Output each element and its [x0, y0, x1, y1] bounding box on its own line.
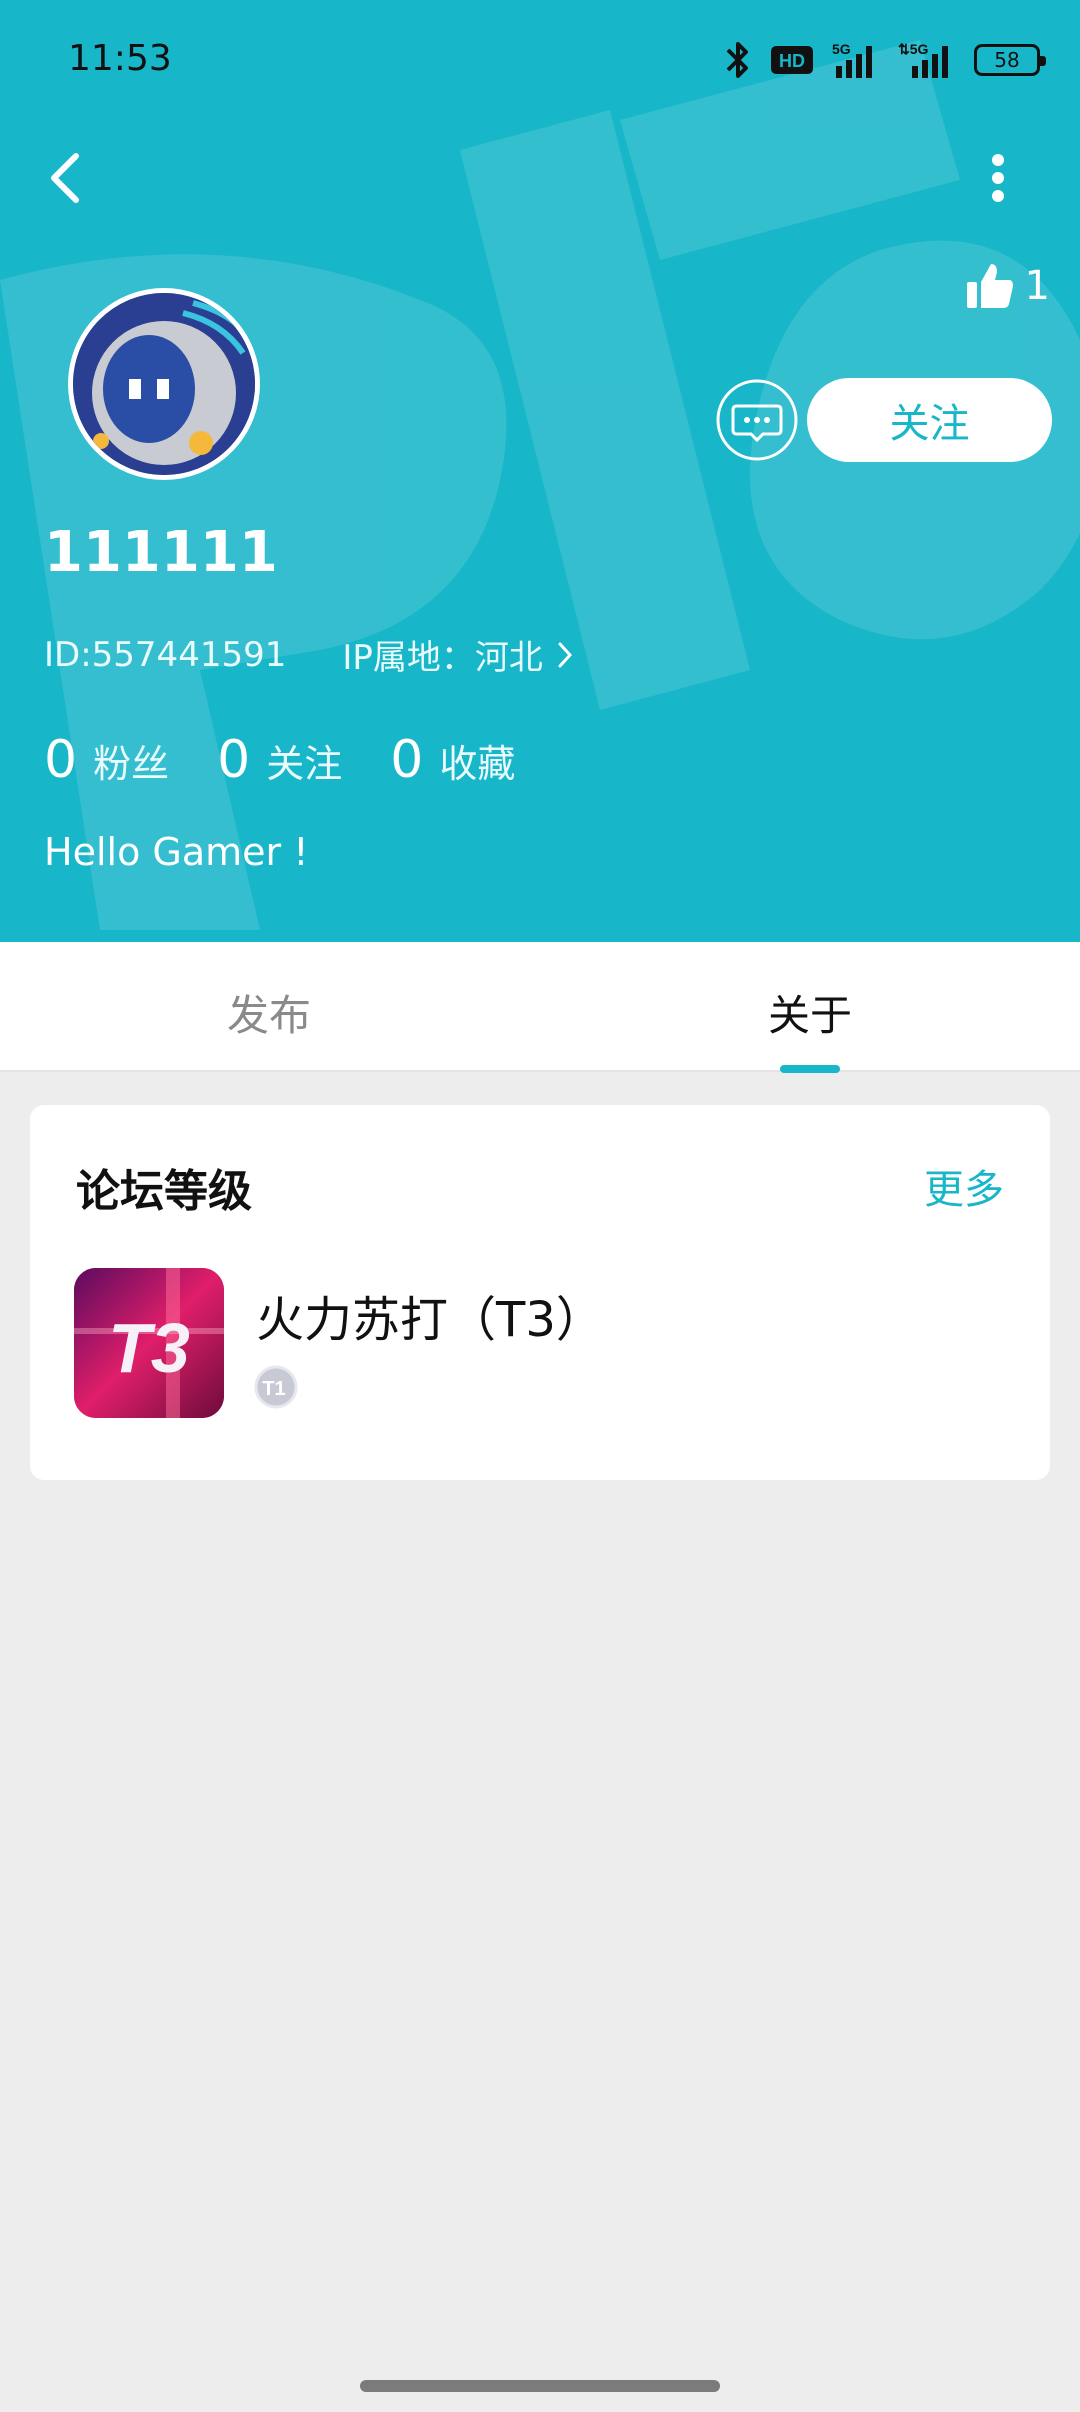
- tab-posts[interactable]: 发布: [227, 982, 311, 1043]
- thumbs-up-icon: [966, 264, 1013, 308]
- ip-location: IP属地：河北: [342, 638, 543, 678]
- ip-location-link[interactable]: IP属地：河北: [342, 630, 573, 679]
- stat-label: 粉丝: [93, 742, 170, 786]
- stat-value: 0: [390, 730, 424, 790]
- game-icon-text: T3: [108, 1309, 190, 1387]
- bio: Hello Gamer !: [44, 830, 309, 874]
- tab-indicator: [780, 1065, 840, 1073]
- battery-level: 58: [994, 48, 1020, 72]
- home-indicator[interactable]: [360, 2380, 720, 2392]
- watermark-logo: [0, 40, 1080, 930]
- stat-following[interactable]: 0 关注: [217, 730, 342, 790]
- meta-row: ID:557441591 IP属地：河北: [44, 630, 573, 679]
- stat-value: 0: [44, 730, 78, 790]
- username: 111111: [44, 520, 278, 585]
- bluetooth-icon: [726, 42, 748, 78]
- game-icon[interactable]: T3: [74, 1268, 224, 1418]
- profile-header: 11:53 HD 5G ⇅5G 58 1 关注 111111 ID:557441…: [0, 0, 1080, 942]
- message-button[interactable]: [694, 378, 820, 462]
- user-id: ID:557441591: [44, 634, 287, 675]
- profile-tabs: 发布 关于: [0, 942, 1080, 1072]
- stat-label: 收藏: [439, 742, 516, 786]
- battery-icon: 58: [974, 44, 1046, 76]
- robot-avatar-icon: [73, 293, 255, 475]
- card-title: 论坛等级: [76, 1166, 252, 1217]
- svg-text:⇅5G: ⇅5G: [898, 41, 929, 57]
- chevron-right-icon: [558, 642, 572, 667]
- stats-row: 0 粉丝 0 关注 0 收藏: [44, 730, 515, 790]
- likes[interactable]: 1: [966, 262, 1050, 310]
- follow-button[interactable]: 关注: [807, 378, 1052, 462]
- forum-level-card: 论坛等级 更多 T3 火力苏打（T3） T1: [30, 1105, 1050, 1480]
- game-name[interactable]: 火力苏打（T3）: [256, 1280, 604, 1350]
- stat-fans[interactable]: 0 粉丝: [44, 730, 169, 790]
- t3-game-logo-icon: T3: [74, 1268, 224, 1418]
- tab-about[interactable]: 关于: [768, 982, 852, 1043]
- signal-5g-2-icon: ⇅5G: [898, 41, 948, 78]
- level-badge-icon: T1: [254, 1365, 298, 1409]
- svg-text:5G: 5G: [832, 41, 851, 57]
- stat-value: 0: [217, 730, 251, 790]
- avatar[interactable]: [68, 288, 260, 480]
- chat-bubble-icon: [716, 379, 798, 461]
- more-options-button[interactable]: [986, 150, 1010, 206]
- status-time: 11:53: [68, 38, 172, 79]
- likes-count: 1: [1024, 263, 1050, 309]
- status-icons: HD 5G ⇅5G 58: [724, 38, 1046, 82]
- hd-icon: HD: [771, 46, 813, 74]
- status-bar: 11:53 HD 5G ⇅5G 58: [0, 0, 1080, 120]
- more-link[interactable]: 更多: [924, 1157, 1004, 1215]
- stat-favorites[interactable]: 0 收藏: [390, 730, 515, 790]
- signal-5g-icon: 5G: [832, 41, 872, 78]
- level-badge-text: T1: [262, 1378, 285, 1400]
- svg-text:HD: HD: [779, 51, 805, 71]
- back-button[interactable]: [44, 150, 84, 206]
- stat-label: 关注: [266, 742, 343, 786]
